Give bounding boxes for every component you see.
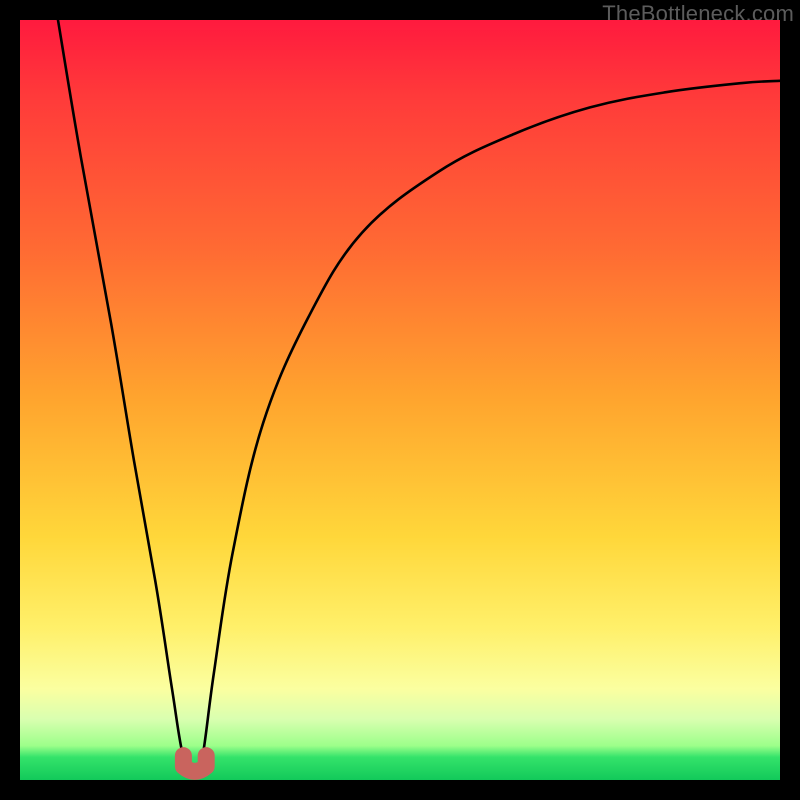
plot-area [20, 20, 780, 780]
bottleneck-curve [58, 20, 780, 773]
chart-frame: TheBottleneck.com [0, 0, 800, 800]
curve-layer [20, 20, 780, 780]
dip-marker [183, 756, 206, 772]
